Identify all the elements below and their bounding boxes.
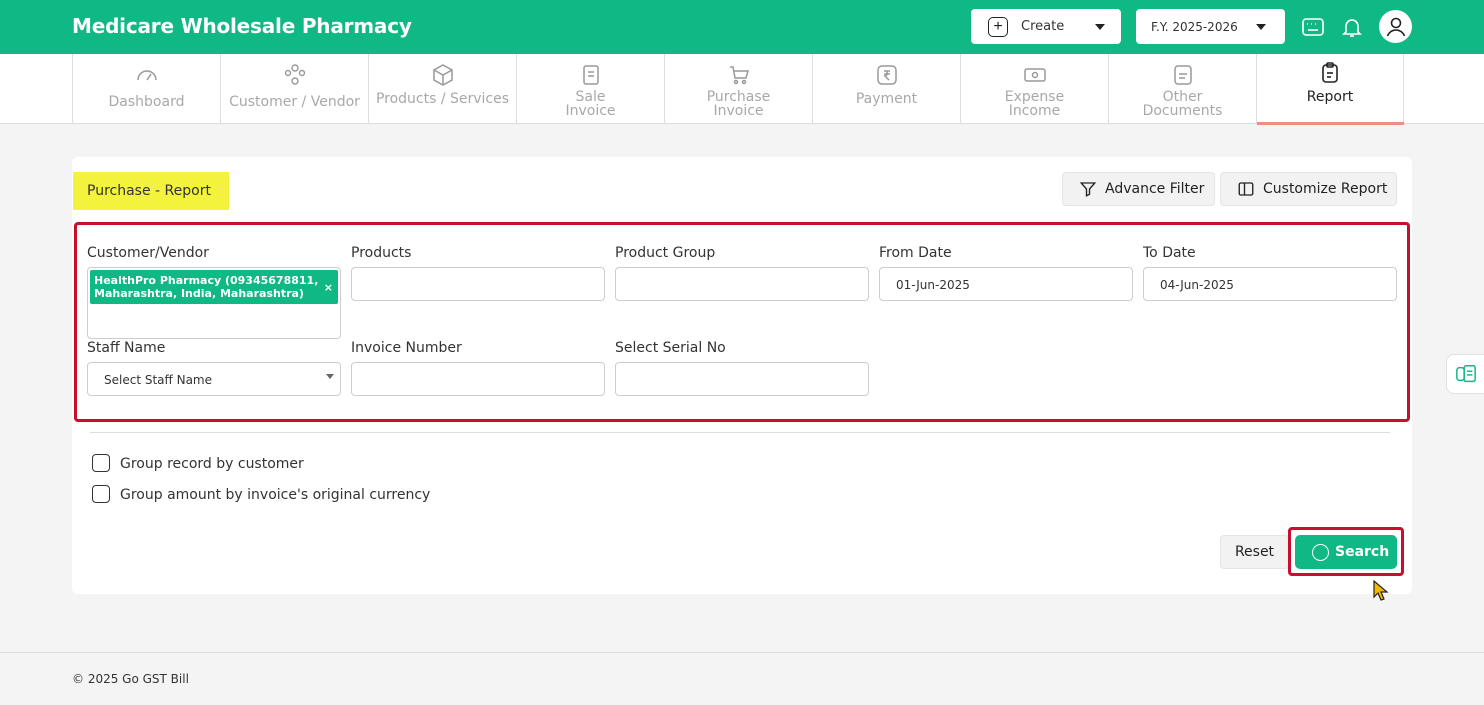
rupee-icon <box>876 65 897 85</box>
nav-dashboard[interactable]: Dashboard <box>72 54 220 124</box>
columns-icon <box>1238 182 1254 196</box>
to-date-value: 04-Jun-2025 <box>1160 278 1234 292</box>
nav-label: Payment <box>855 91 918 107</box>
from-date-label: From Date <box>879 245 952 261</box>
bell-icon[interactable] <box>1340 15 1364 39</box>
cash-icon <box>1023 68 1046 82</box>
search-button[interactable]: Search <box>1295 535 1397 569</box>
customize-report-button[interactable]: Customize Report <box>1220 172 1397 206</box>
copyright-text: © 2025 Go GST Bill <box>72 672 189 686</box>
create-button[interactable]: + Create <box>971 9 1121 44</box>
financial-year-label: F.Y. 2025-2026 <box>1151 20 1238 34</box>
group-by-currency-label: Group amount by invoice's original curre… <box>120 487 431 503</box>
clipboard-icon <box>1322 62 1338 83</box>
create-label: Create <box>1021 19 1065 34</box>
nav-label: Products / Services <box>375 91 510 107</box>
cart-icon <box>729 66 749 85</box>
nav-label: Dashboard <box>108 94 185 110</box>
footer: © 2025 Go GST Bill <box>0 652 1484 705</box>
customize-report-label: Customize Report <box>1263 181 1388 197</box>
top-header: Medicare Wholesale Pharmacy + Create F.Y… <box>0 0 1484 54</box>
invoice-icon <box>582 65 599 85</box>
advance-filter-button[interactable]: Advance Filter <box>1062 172 1215 206</box>
serial-no-field[interactable] <box>615 362 869 396</box>
filter-icon <box>1079 182 1097 197</box>
from-date-value: 01-Jun-2025 <box>896 278 970 292</box>
app-title: Medicare Wholesale Pharmacy <box>72 14 412 38</box>
product-group-label: Product Group <box>615 245 716 261</box>
divider <box>90 432 1390 433</box>
customer-vendor-tag[interactable]: HealthPro Pharmacy (09345678811, Maharas… <box>90 270 338 304</box>
main-nav: Dashboard Customer / Vendor Products / S… <box>0 54 1484 125</box>
from-date-field[interactable]: 01-Jun-2025 <box>879 267 1133 301</box>
group-by-customer-label: Group record by customer <box>120 456 304 472</box>
nav-label: Customer / Vendor <box>229 94 360 110</box>
gauge-icon <box>136 70 157 81</box>
page-title: Purchase - Report <box>73 172 229 210</box>
nav-other-documents[interactable]: Other Documents <box>1108 54 1256 124</box>
nav-products-services[interactable]: Products / Services <box>368 54 516 124</box>
nav-payment[interactable]: Payment <box>812 54 960 124</box>
nav-customer-vendor[interactable]: Customer / Vendor <box>220 54 368 124</box>
to-date-field[interactable]: 04-Jun-2025 <box>1143 267 1397 301</box>
products-label: Products <box>351 245 412 261</box>
mouse-cursor-icon <box>1373 580 1389 601</box>
search-label: Search <box>1335 544 1390 560</box>
chevron-down-icon <box>1095 24 1105 30</box>
keyboard-icon[interactable] <box>1301 15 1325 39</box>
advance-filter-label: Advance Filter <box>1105 181 1205 197</box>
nav-label: Purchase Invoice <box>706 89 771 119</box>
to-date-label: To Date <box>1143 245 1196 261</box>
nav-report[interactable]: Report <box>1256 54 1404 125</box>
nav-label: Other Documents <box>1142 89 1223 119</box>
plus-icon: + <box>988 16 1008 37</box>
spinner-icon <box>1312 543 1329 561</box>
nav-label: Sale Invoice <box>565 89 616 119</box>
chevron-down-icon <box>1256 24 1266 30</box>
nav-label: Expense Income <box>1004 89 1065 119</box>
user-icon <box>1386 17 1405 36</box>
products-field[interactable] <box>351 267 605 301</box>
tag-text: HealthPro Pharmacy (09345678811, <box>94 274 319 287</box>
notes-icon <box>1456 365 1476 383</box>
chevron-down-icon <box>326 374 334 379</box>
group-by-currency-checkbox[interactable] <box>92 485 110 503</box>
customer-vendor-label: Customer/Vendor <box>87 245 209 261</box>
reset-button[interactable]: Reset <box>1220 535 1289 569</box>
avatar[interactable] <box>1379 10 1412 43</box>
financial-year-select[interactable]: F.Y. 2025-2026 <box>1136 9 1285 44</box>
nav-expense-income[interactable]: Expense Income <box>960 54 1108 124</box>
invoice-number-label: Invoice Number <box>351 340 462 356</box>
staff-name-label: Staff Name <box>87 340 166 356</box>
tag-text: Maharashtra, India, Maharashtra) <box>94 287 304 300</box>
people-icon <box>284 64 305 85</box>
staff-name-select[interactable]: Select Staff Name <box>87 362 341 396</box>
group-by-customer-checkbox[interactable] <box>92 454 110 472</box>
tag-remove-icon[interactable]: × <box>324 281 333 294</box>
nav-sale-invoice[interactable]: Sale Invoice <box>516 54 664 124</box>
staff-name-value: Select Staff Name <box>104 373 212 387</box>
serial-no-label: Select Serial No <box>615 340 726 356</box>
document-icon <box>1173 65 1192 85</box>
invoice-number-field[interactable] <box>351 362 605 396</box>
product-group-field[interactable] <box>615 267 869 301</box>
nav-label: Report <box>1306 89 1354 105</box>
side-panel-toggle[interactable] <box>1446 354 1484 394</box>
box-icon <box>432 64 453 86</box>
nav-purchase-invoice[interactable]: Purchase Invoice <box>664 54 812 124</box>
